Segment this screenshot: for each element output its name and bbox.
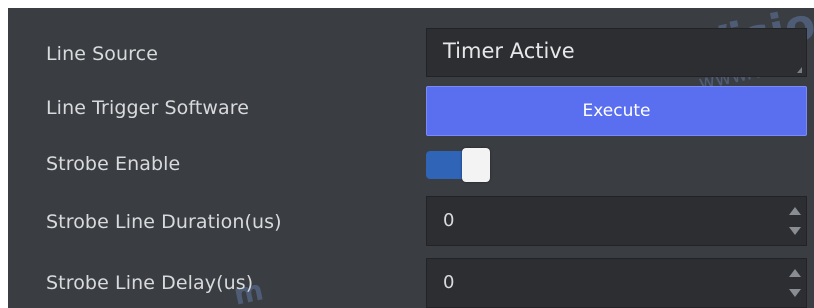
line-trigger-software-label: Line Trigger Software <box>46 97 250 119</box>
strobe-line-duration-value: 0 <box>443 210 455 231</box>
strobe-line-delay-label: Strobe Line Delay(us) <box>46 272 254 294</box>
parameter-panel: Visio www.visi m Line Source Timer Activ… <box>8 8 814 308</box>
line-source-select[interactable]: Timer Active <box>426 28 807 77</box>
decrement-arrow-icon[interactable] <box>789 227 801 235</box>
dropdown-corner-icon <box>797 67 802 73</box>
line-source-value: Timer Active <box>443 39 575 63</box>
strobe-line-duration-label: Strobe Line Duration(us) <box>46 211 282 233</box>
strobe-line-delay-input[interactable]: 0 <box>426 258 807 308</box>
toggle-knob <box>462 148 490 182</box>
strobe-line-duration-input[interactable]: 0 <box>426 196 807 246</box>
line-source-label: Line Source <box>46 43 158 65</box>
decrement-arrow-icon[interactable] <box>789 289 801 297</box>
increment-arrow-icon[interactable] <box>789 207 801 215</box>
strobe-line-delay-value: 0 <box>443 272 455 293</box>
strobe-enable-label: Strobe Enable <box>46 153 181 175</box>
execute-button[interactable]: Execute <box>426 86 807 136</box>
strobe-enable-toggle[interactable] <box>426 148 490 182</box>
increment-arrow-icon[interactable] <box>789 269 801 277</box>
